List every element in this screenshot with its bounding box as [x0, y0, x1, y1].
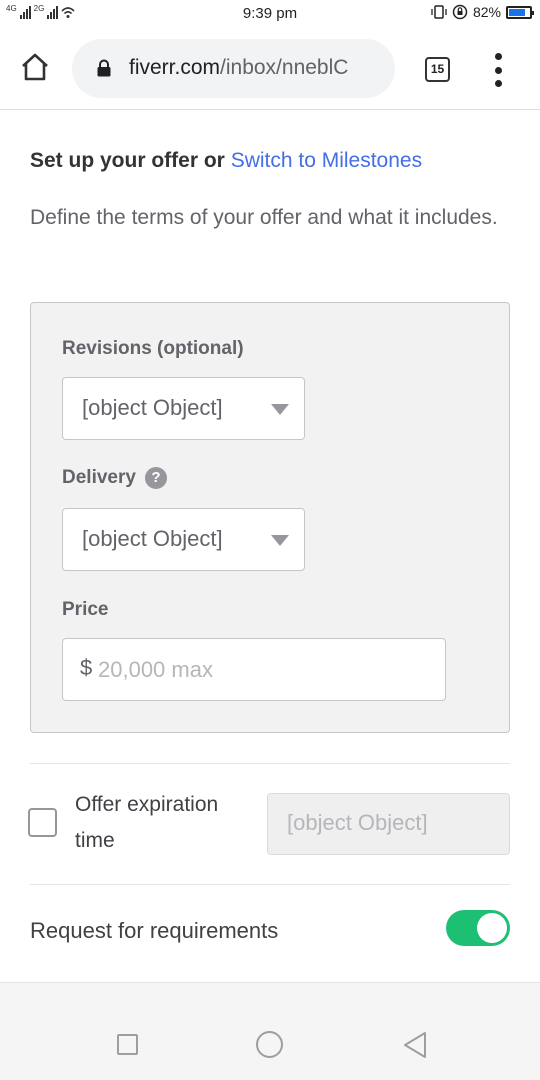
switch-to-milestones-link[interactable]: Switch to Milestones [231, 149, 422, 172]
request-requirements-label: Request for requirements [30, 918, 279, 943]
battery-icon [506, 5, 534, 19]
delivery-value: [object Object] [82, 526, 223, 551]
home-icon[interactable] [20, 52, 50, 82]
browser-toolbar: fiverr.com/inbox/nneblC 15 [0, 28, 540, 110]
back-icon[interactable] [402, 1031, 428, 1059]
home-circle-icon[interactable] [256, 1031, 283, 1058]
battery-level [509, 8, 526, 16]
revisions-label: Revisions (optional) [62, 338, 244, 359]
request-requirements-toggle[interactable] [446, 910, 510, 946]
chevron-down-icon [271, 404, 289, 415]
address-bar[interactable]: fiverr.com/inbox/nneblC [72, 39, 395, 98]
revisions-value: [object Object] [82, 395, 223, 420]
delivery-select[interactable]: [object Object] [62, 508, 305, 571]
offer-expiration-value: [object Object] [287, 810, 428, 835]
url-path: /inbox/nneblC [220, 56, 349, 79]
toggle-knob [477, 913, 507, 943]
price-input[interactable] [62, 638, 446, 701]
vibrate-icon [431, 5, 447, 19]
offer-expiration-checkbox[interactable] [28, 808, 57, 837]
offer-terms-panel: Revisions (optional) [object Object] Del… [30, 302, 510, 733]
status-right: 82% [431, 4, 534, 20]
recent-apps-icon[interactable] [117, 1034, 138, 1055]
currency-symbol: $ [80, 655, 93, 680]
chevron-down-icon [271, 535, 289, 546]
status-bar: 4G 2G 9:39 pm 82% [0, 0, 540, 28]
divider [30, 763, 510, 764]
offer-heading: Set up your offer or Switch to Milestone… [30, 149, 422, 173]
price-label: Price [62, 599, 109, 620]
battery-percent: 82% [472, 4, 501, 20]
offer-description: Define the terms of your offer and what … [30, 206, 498, 229]
help-icon[interactable]: ? [144, 467, 167, 489]
offer-expiration-label: Offer expiration time [75, 793, 219, 852]
system-navigation-bar [0, 982, 540, 1080]
rotation-lock-icon [452, 4, 468, 20]
offer-expiration-select: [object Object] [267, 793, 510, 855]
delivery-label-row: Delivery? [62, 467, 167, 489]
tab-switcher-button[interactable]: 15 [425, 57, 450, 82]
url-domain: fiverr.com [129, 56, 221, 79]
divider [30, 884, 510, 885]
url-text: fiverr.com/inbox/nneblC [129, 56, 348, 80]
offer-heading-text: Set up your offer or [30, 149, 231, 172]
overflow-menu-icon[interactable] [492, 53, 504, 87]
revisions-select[interactable]: [object Object] [62, 377, 305, 440]
lock-icon [97, 59, 111, 77]
delivery-label: Delivery [62, 467, 136, 488]
